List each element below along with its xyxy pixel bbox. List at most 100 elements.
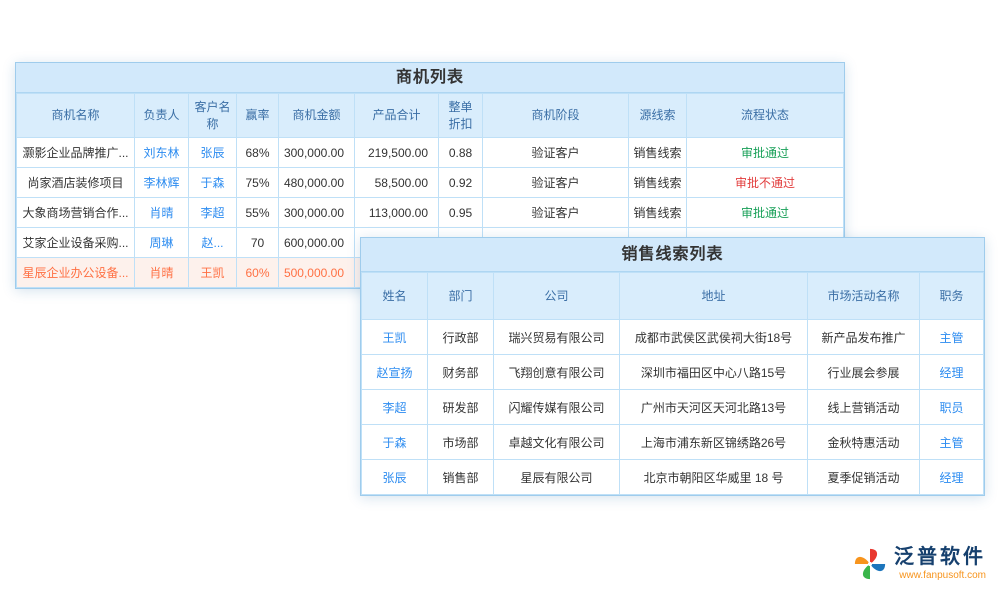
column-header-job: 职务 [920, 273, 984, 320]
cell-product_total: 113,000.00 [355, 198, 439, 228]
cell-owner[interactable]: 肖晴 [135, 198, 189, 228]
cell-address: 成都市武侯区武侯祠大街18号 [620, 320, 808, 355]
cell-customer[interactable]: 赵... [189, 228, 237, 258]
cell-address: 上海市浦东新区锦绣路26号 [620, 425, 808, 460]
column-header-name: 商机名称 [17, 94, 135, 138]
sales-leads-card: 销售线索列表 姓名部门公司地址市场活动名称职务 王凯行政部瑞兴贸易有限公司成都市… [360, 237, 985, 496]
cell-dept: 市场部 [428, 425, 494, 460]
table-row[interactable]: 大象商场营销合作...肖晴李超55%300,000.00113,000.000.… [17, 198, 844, 228]
cell-amount: 600,000.00 [279, 228, 355, 258]
column-header-customer: 客户名称 [189, 94, 237, 138]
table-row[interactable]: 赵宣扬财务部飞翔创意有限公司深圳市福田区中心八路15号行业展会参展经理 [362, 355, 984, 390]
cell-owner[interactable]: 肖晴 [135, 258, 189, 288]
cell-job[interactable]: 职员 [920, 390, 984, 425]
column-header-product_total: 产品合计 [355, 94, 439, 138]
cell-name[interactable]: 于森 [362, 425, 428, 460]
cell-customer[interactable]: 李超 [189, 198, 237, 228]
cell-status: 审批通过 [687, 198, 844, 228]
cell-discount: 0.92 [439, 168, 483, 198]
cell-campaign: 金秋特惠活动 [808, 425, 920, 460]
cell-name: 艾家企业设备采购... [17, 228, 135, 258]
cell-company: 星辰有限公司 [494, 460, 620, 495]
leads-header-row: 姓名部门公司地址市场活动名称职务 [362, 273, 984, 320]
cell-company: 瑞兴贸易有限公司 [494, 320, 620, 355]
cell-name[interactable]: 张辰 [362, 460, 428, 495]
column-header-dept: 部门 [428, 273, 494, 320]
table-row[interactable]: 于森市场部卓越文化有限公司上海市浦东新区锦绣路26号金秋特惠活动主管 [362, 425, 984, 460]
cell-campaign: 行业展会参展 [808, 355, 920, 390]
cell-win_rate: 55% [237, 198, 279, 228]
cell-address: 北京市朝阳区华威里 18 号 [620, 460, 808, 495]
fanpu-logo: 泛普软件 www.fanpusoft.com [853, 546, 986, 581]
column-header-owner: 负责人 [135, 94, 189, 138]
logo-company-name: 泛普软件 [894, 546, 986, 568]
cell-owner[interactable]: 刘东林 [135, 138, 189, 168]
table-row[interactable]: 张辰销售部星辰有限公司北京市朝阳区华威里 18 号夏季促销活动经理 [362, 460, 984, 495]
table-row[interactable]: 李超研发部闪耀传媒有限公司广州市天河区天河北路13号线上营销活动职员 [362, 390, 984, 425]
column-header-company: 公司 [494, 273, 620, 320]
column-header-win_rate: 赢率 [237, 94, 279, 138]
cell-dept: 销售部 [428, 460, 494, 495]
cell-job[interactable]: 主管 [920, 425, 984, 460]
sales-leads-title: 销售线索列表 [361, 238, 984, 272]
cell-customer[interactable]: 张辰 [189, 138, 237, 168]
column-header-status: 流程状态 [687, 94, 844, 138]
sales-leads-table: 姓名部门公司地址市场活动名称职务 王凯行政部瑞兴贸易有限公司成都市武侯区武侯祠大… [361, 272, 984, 495]
cell-campaign: 线上营销活动 [808, 390, 920, 425]
cell-job[interactable]: 经理 [920, 355, 984, 390]
cell-dept: 研发部 [428, 390, 494, 425]
cell-win_rate: 75% [237, 168, 279, 198]
cell-name[interactable]: 王凯 [362, 320, 428, 355]
cell-customer[interactable]: 王凯 [189, 258, 237, 288]
cell-amount: 480,000.00 [279, 168, 355, 198]
cell-company: 卓越文化有限公司 [494, 425, 620, 460]
cell-dept: 财务部 [428, 355, 494, 390]
cell-name: 尚家酒店装修项目 [17, 168, 135, 198]
cell-owner[interactable]: 李林辉 [135, 168, 189, 198]
cell-source: 销售线索 [629, 198, 687, 228]
cell-address: 广州市天河区天河北路13号 [620, 390, 808, 425]
table-row[interactable]: 灏影企业品牌推广...刘东林张辰68%300,000.00219,500.000… [17, 138, 844, 168]
cell-product_total: 58,500.00 [355, 168, 439, 198]
cell-amount: 500,000.00 [279, 258, 355, 288]
cell-company: 闪耀传媒有限公司 [494, 390, 620, 425]
cell-job[interactable]: 主管 [920, 320, 984, 355]
cell-company: 飞翔创意有限公司 [494, 355, 620, 390]
table-row[interactable]: 王凯行政部瑞兴贸易有限公司成都市武侯区武侯祠大街18号新产品发布推广主管 [362, 320, 984, 355]
cell-name: 星辰企业办公设备... [17, 258, 135, 288]
cell-name[interactable]: 赵宣扬 [362, 355, 428, 390]
cell-name[interactable]: 李超 [362, 390, 428, 425]
cell-discount: 0.95 [439, 198, 483, 228]
table-row[interactable]: 尚家酒店装修项目李林辉于森75%480,000.0058,500.000.92验… [17, 168, 844, 198]
column-header-discount: 整单折扣 [439, 94, 483, 138]
cell-customer[interactable]: 于森 [189, 168, 237, 198]
leads-table-body: 王凯行政部瑞兴贸易有限公司成都市武侯区武侯祠大街18号新产品发布推广主管赵宣扬财… [362, 320, 984, 495]
column-header-campaign: 市场活动名称 [808, 273, 920, 320]
pinwheel-icon [853, 547, 887, 581]
cell-product_total: 219,500.00 [355, 138, 439, 168]
cell-win_rate: 68% [237, 138, 279, 168]
cell-stage: 验证客户 [483, 138, 629, 168]
column-header-source: 源线索 [629, 94, 687, 138]
column-header-name: 姓名 [362, 273, 428, 320]
cell-win_rate: 60% [237, 258, 279, 288]
column-header-address: 地址 [620, 273, 808, 320]
cell-stage: 验证客户 [483, 198, 629, 228]
cell-job[interactable]: 经理 [920, 460, 984, 495]
cell-name: 灏影企业品牌推广... [17, 138, 135, 168]
cell-address: 深圳市福田区中心八路15号 [620, 355, 808, 390]
cell-source: 销售线索 [629, 168, 687, 198]
cell-source: 销售线索 [629, 138, 687, 168]
cell-amount: 300,000.00 [279, 138, 355, 168]
cell-owner[interactable]: 周琳 [135, 228, 189, 258]
cell-win_rate: 70 [237, 228, 279, 258]
cell-status: 审批不通过 [687, 168, 844, 198]
column-header-stage: 商机阶段 [483, 94, 629, 138]
cell-discount: 0.88 [439, 138, 483, 168]
cell-campaign: 夏季促销活动 [808, 460, 920, 495]
logo-url: www.fanpusoft.com [899, 570, 986, 581]
cell-campaign: 新产品发布推广 [808, 320, 920, 355]
cell-amount: 300,000.00 [279, 198, 355, 228]
cell-name: 大象商场营销合作... [17, 198, 135, 228]
cell-stage: 验证客户 [483, 168, 629, 198]
